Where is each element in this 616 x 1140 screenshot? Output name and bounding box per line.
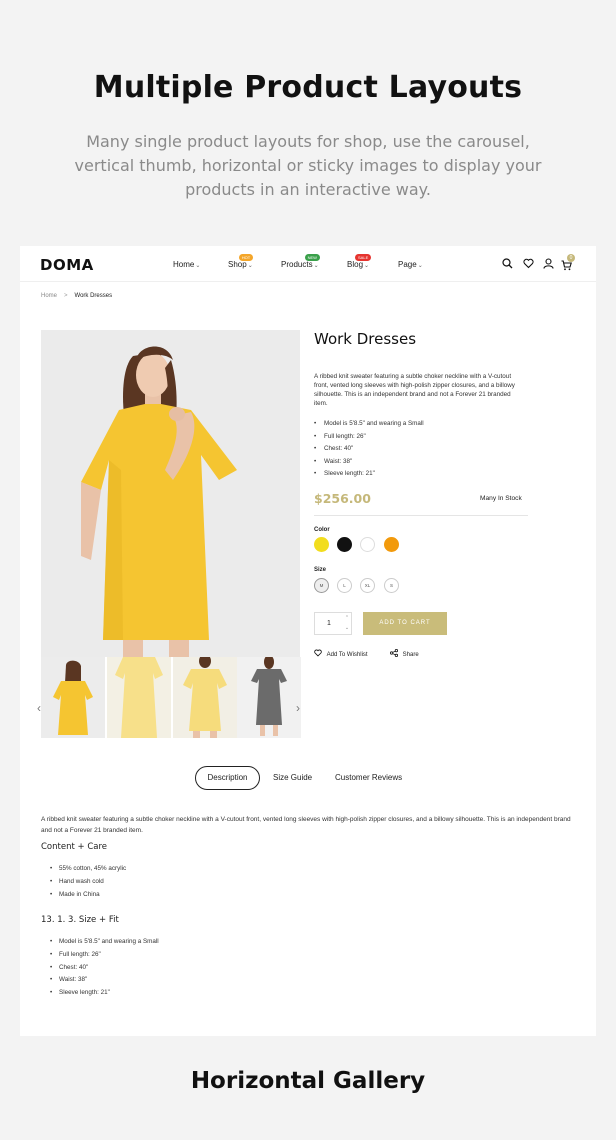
color-swatch-orange[interactable] [384,537,399,552]
nav-label-wrap: Blog SALE [347,254,372,269]
stock-status: Many In Stock [480,495,522,502]
nav-label-wrap: Products NEW [281,254,320,269]
size-option-m[interactable]: M [314,578,329,593]
size-option-s[interactable]: S [384,578,399,593]
list-item: Made in China [50,891,126,904]
size-fit-list: Model is 5'8.5" and wearing a Small Full… [50,938,159,1002]
share-link[interactable]: Share [390,649,419,658]
nav-badge-new: NEW [304,254,320,261]
cart-button[interactable]: 0 [561,254,575,271]
nav-label-wrap: Shop HOT [228,254,254,269]
tab-description[interactable]: Description [195,766,260,790]
list-item: Chest: 40" [314,445,526,458]
thumbnail-image [107,657,171,738]
nav-item-blog[interactable]: Blog SALE ⌄ [347,254,372,269]
list-item: Waist: 38" [50,976,159,989]
tab-customer-reviews[interactable]: Customer Reviews [335,773,402,782]
quantity-value: 1 [327,620,331,627]
nav-label: Shop [228,260,247,269]
color-swatch-white[interactable] [360,537,375,552]
color-swatch-black[interactable] [337,537,352,552]
search-icon[interactable] [502,258,513,269]
list-item: Sleeve length: 21" [50,989,159,1002]
thumbnail-strip [41,657,301,738]
product-description: A ribbed knit sweater featuring a subtle… [314,373,515,407]
nav-label: Home [173,260,195,269]
tab-size-guide[interactable]: Size Guide [273,773,312,782]
section-footer-title: Horizontal Gallery [190,1068,426,1094]
thumbnail-1[interactable] [41,657,105,738]
list-item: Model is 5'8.5" and wearing a Small [314,420,526,433]
nav-item-shop[interactable]: Shop HOT ⌄ [228,254,254,269]
chevron-up-icon[interactable]: ⌃ [342,615,352,621]
thumbnail-image [237,657,301,738]
product-title: Work Dresses [314,330,417,348]
color-swatch-yellow[interactable] [314,537,329,552]
thumbnail-image [53,660,93,735]
list-item: 55% cotton, 45% acrylic [50,865,126,878]
nav-badge-sale: SALE [355,254,372,261]
chevron-down-icon[interactable]: ⌄ [342,625,352,631]
product-specs-list: Model is 5'8.5" and wearing a Small Full… [314,420,526,483]
chevron-down-icon: ⌄ [313,263,319,269]
product-main-image[interactable] [41,330,300,657]
thumbnail-2[interactable] [107,657,171,738]
nav-item-home[interactable]: Home⌄ [173,260,200,269]
wishlist-label: Add To Wishlist [326,652,368,658]
breadcrumb-current: Work Dresses [74,293,113,299]
size-option-l[interactable]: L [337,578,352,593]
user-icon[interactable] [543,258,554,269]
product-page-preview: DOMA Home⌄ Shop HOT ⌄ Products NEW ⌄ Blog SAL… [20,246,596,1036]
add-to-cart-button[interactable]: ADD TO CART [363,612,447,635]
gallery-next-arrow[interactable]: › [296,701,300,715]
color-label: Color [314,527,330,533]
heart-icon [314,649,322,657]
list-item: Sleeve length: 21" [314,470,526,483]
thumbnail-image [173,657,237,738]
cart-count-badge: 0 [567,254,575,262]
quantity-stepper[interactable]: 1 ⌃ ⌄ [314,612,352,635]
nav-badge-hot: HOT [238,254,254,261]
size-fit-heading: 13. 1. 3. Size + Fit [41,915,119,925]
list-item: Chest: 40" [50,964,159,977]
gallery-prev-arrow[interactable]: ‹ [37,701,41,715]
product-price: $256.00 [314,491,371,506]
description-paragraph: A ribbed knit sweater featuring a subtle… [41,816,571,834]
list-item: Full length: 26" [314,433,526,446]
chevron-down-icon: ⌄ [247,263,253,269]
nav-item-page[interactable]: Page⌄ [398,260,423,269]
list-item: Model is 5'8.5" and wearing a Small [50,938,159,951]
size-option-xl[interactable]: XL [360,578,375,593]
content-care-list: 55% cotton, 45% acrylic Hand wash cold M… [50,865,126,903]
share-label: Share [402,652,419,658]
share-icon [390,649,398,657]
breadcrumb-separator: > [64,293,68,299]
nav-label: Blog [347,260,364,269]
chevron-down-icon: ⌄ [195,263,201,269]
content-care-heading: Content + Care [41,842,108,852]
site-logo[interactable]: DOMA [40,256,94,274]
nav-label: Products [281,260,313,269]
chevron-down-icon: ⌄ [364,263,370,269]
list-item: Hand wash cold [50,878,126,891]
list-item: Waist: 38" [314,458,526,471]
heart-icon[interactable] [523,258,534,269]
list-item: Full length: 26" [50,951,159,964]
chevron-down-icon: ⌄ [417,263,423,269]
site-header: DOMA Home⌄ Shop HOT ⌄ Products NEW ⌄ Blog SAL… [20,246,596,282]
breadcrumb-home[interactable]: Home [41,293,57,299]
divider [314,515,528,516]
hero-title: Multiple Product Layouts [93,70,523,105]
thumbnail-3[interactable] [173,657,237,738]
thumbnail-4[interactable] [237,657,301,738]
size-label: Size [314,567,327,573]
nav-item-products[interactable]: Products NEW ⌄ [281,254,320,269]
hero-subtitle: Many single product layouts for shop, us… [74,132,542,199]
nav-label: Page [398,260,417,269]
model-in-yellow-dress-image [41,330,300,657]
add-to-wishlist-link[interactable]: Add To Wishlist [314,649,368,658]
breadcrumb: Home > Work Dresses [41,293,112,299]
